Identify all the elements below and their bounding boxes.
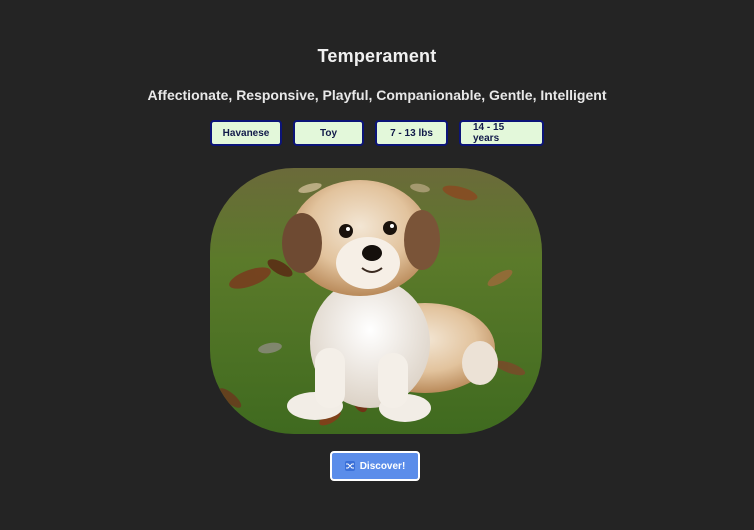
life-span-tag: 14 - 15 years bbox=[459, 120, 544, 146]
dog-breed-card: Temperament Affectionate, Responsive, Pl… bbox=[0, 0, 754, 530]
section-heading: Temperament bbox=[317, 46, 437, 66]
breed-group-tag: Toy bbox=[293, 120, 364, 146]
breed-name-tag: Havanese bbox=[210, 120, 282, 146]
dog-photo bbox=[210, 168, 542, 434]
discover-button[interactable]: Discover! bbox=[330, 451, 420, 481]
breed-info-tags: Havanese Toy 7 - 13 lbs 14 - 15 years bbox=[0, 120, 754, 146]
discover-button-label: Discover! bbox=[359, 460, 406, 472]
temperament-traits: Affectionate, Responsive, Playful, Compa… bbox=[147, 87, 607, 103]
shuffle-icon bbox=[344, 461, 355, 471]
weight-tag: 7 - 13 lbs bbox=[375, 120, 448, 146]
